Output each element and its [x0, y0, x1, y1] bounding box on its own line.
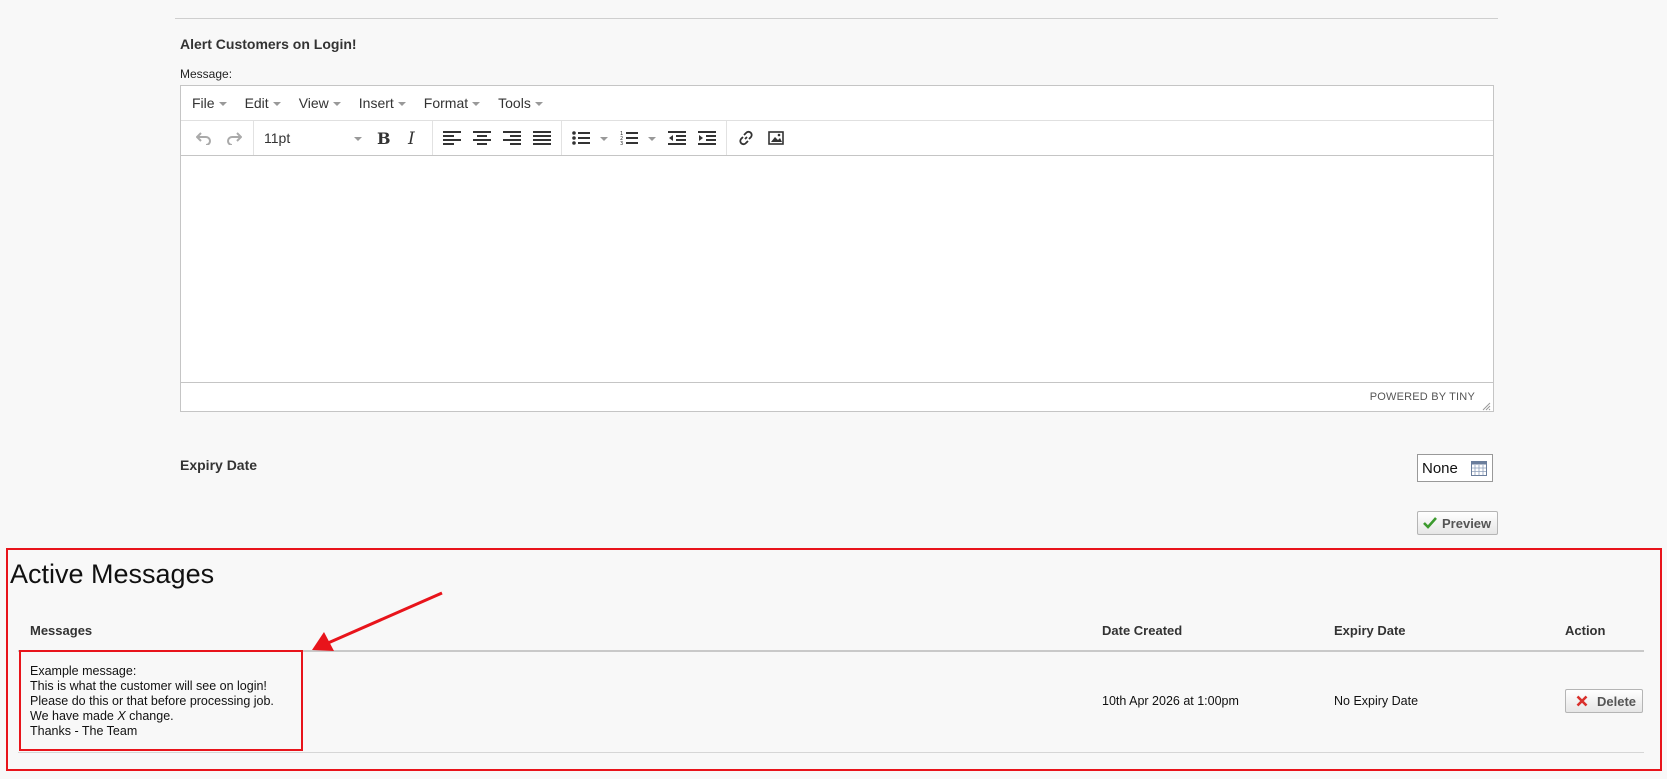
- preview-button[interactable]: Preview: [1417, 511, 1498, 535]
- close-icon: [1576, 695, 1588, 707]
- align-left-icon: [443, 131, 461, 145]
- menu-file-label: File: [192, 95, 215, 111]
- chevron-down-icon: [472, 101, 481, 106]
- expiry-date-label: Expiry Date: [180, 457, 258, 473]
- chevron-down-icon: [397, 101, 406, 106]
- editor-statusbar: POWERED BY TINY: [181, 382, 1493, 413]
- numbered-list-icon: 123: [620, 131, 638, 145]
- chevron-down-icon: [648, 136, 656, 141]
- message-label: Message:: [180, 67, 233, 81]
- menu-format[interactable]: Format: [417, 95, 487, 111]
- menu-edit-label: Edit: [244, 95, 269, 111]
- menu-format-label: Format: [423, 95, 469, 111]
- expiry-date-value: None: [1422, 459, 1458, 477]
- link-button[interactable]: [731, 124, 761, 152]
- chevron-down-icon: [534, 101, 543, 106]
- chevron-down-icon: [332, 101, 341, 106]
- insert-group: [727, 121, 795, 155]
- chevron-down-icon: [218, 101, 227, 106]
- delete-button[interactable]: Delete: [1565, 689, 1643, 713]
- undo-icon: [196, 132, 211, 145]
- editor-menubar: File Edit View Insert Format Tools: [181, 86, 1493, 121]
- indent-button[interactable]: [692, 124, 722, 152]
- column-header-messages: Messages: [30, 623, 93, 638]
- top-divider: [175, 18, 1498, 19]
- font-group: 11pt B I: [254, 121, 433, 155]
- chevron-down-icon: [272, 101, 281, 106]
- svg-text:I: I: [407, 130, 415, 146]
- preview-button-label: Preview: [1442, 515, 1492, 531]
- svg-text:3: 3: [620, 141, 623, 145]
- resize-handle-icon[interactable]: [1482, 402, 1491, 411]
- menu-view[interactable]: View: [292, 95, 348, 111]
- annotation-arrow-icon: [312, 591, 443, 651]
- history-group: [185, 121, 254, 155]
- calendar-icon[interactable]: [1471, 460, 1487, 476]
- svg-text:B: B: [377, 130, 390, 146]
- bullet-list-icon: [572, 131, 590, 145]
- bold-icon: B: [377, 130, 390, 146]
- link-icon: [739, 130, 753, 146]
- menu-edit[interactable]: Edit: [238, 95, 288, 111]
- column-header-action: Action: [1565, 623, 1606, 638]
- italic-icon: I: [407, 130, 415, 146]
- menu-view-label: View: [298, 95, 329, 111]
- bullet-list-button[interactable]: [566, 124, 614, 152]
- checkmark-icon: [1423, 517, 1437, 529]
- image-icon: [768, 131, 784, 145]
- italic-button[interactable]: I: [398, 124, 428, 152]
- table-row-divider: [18, 752, 1644, 753]
- redo-icon: [227, 132, 242, 145]
- redo-button[interactable]: [219, 124, 249, 152]
- outdent-icon: [668, 131, 686, 145]
- menu-insert-label: Insert: [358, 95, 394, 111]
- expiry-date-cell: No Expiry Date: [1334, 694, 1419, 708]
- align-justify-icon: [533, 131, 551, 145]
- editor-toolbar: 11pt B I 1 2 3: [181, 121, 1493, 156]
- menu-insert[interactable]: Insert: [352, 95, 413, 111]
- align-center-button[interactable]: [467, 124, 497, 152]
- undo-button[interactable]: [189, 124, 219, 152]
- list-group: 123: [562, 121, 727, 155]
- expiry-date-picker[interactable]: None: [1417, 454, 1493, 482]
- editor-content[interactable]: [181, 156, 1493, 382]
- annotation-message-box: [19, 650, 303, 751]
- indent-icon: [698, 131, 716, 145]
- image-button[interactable]: [761, 124, 791, 152]
- align-justify-button[interactable]: [527, 124, 557, 152]
- font-size-select[interactable]: 11pt: [258, 124, 368, 152]
- bold-button[interactable]: B: [368, 124, 398, 152]
- align-center-icon: [473, 131, 491, 145]
- rich-text-editor: File Edit View Insert Format Tools 11pt …: [180, 85, 1494, 412]
- align-left-button[interactable]: [437, 124, 467, 152]
- chevron-down-icon: [354, 136, 362, 141]
- align-right-icon: [503, 131, 521, 145]
- section-title: Alert Customers on Login!: [180, 36, 357, 52]
- column-header-expiry-date: Expiry Date: [1334, 623, 1406, 638]
- date-created-cell: 10th Apr 2026 at 1:00pm: [1102, 694, 1239, 708]
- menu-tools-label: Tools: [498, 95, 531, 111]
- menu-tools[interactable]: Tools: [491, 95, 550, 111]
- numbered-list-button[interactable]: 123: [614, 124, 662, 152]
- align-group: [433, 121, 562, 155]
- column-header-date-created: Date Created: [1102, 623, 1183, 638]
- chevron-down-icon: [600, 136, 608, 141]
- menu-file[interactable]: File: [185, 95, 234, 111]
- tiny-branding-link[interactable]: POWERED BY TINY: [1370, 391, 1475, 403]
- align-right-button[interactable]: [497, 124, 527, 152]
- delete-button-label: Delete: [1597, 693, 1637, 709]
- font-size-value: 11pt: [264, 130, 291, 146]
- outdent-button[interactable]: [662, 124, 692, 152]
- active-messages-title: Active Messages: [10, 559, 215, 589]
